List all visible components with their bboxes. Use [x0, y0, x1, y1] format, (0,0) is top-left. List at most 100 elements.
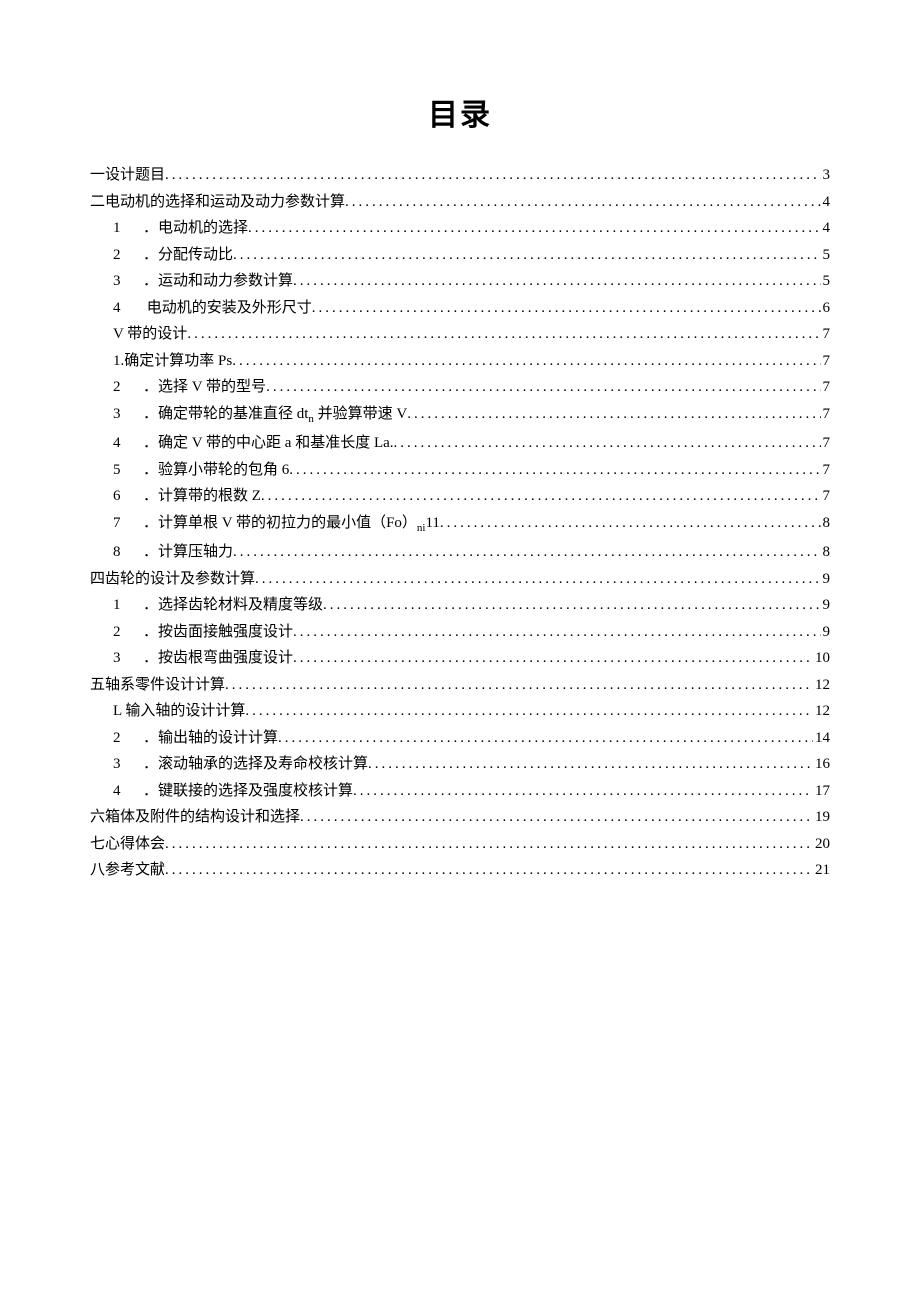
dot-leader	[233, 248, 820, 263]
toc-entry-page: 7	[821, 380, 831, 395]
toc-entry-label: 二电动机的选择和运动及动力参数计算	[90, 195, 345, 210]
toc-entry-label: 4 电动机的安装及外形尺寸	[113, 301, 312, 316]
toc-entry-text: ．输出轴的设计计算	[143, 730, 278, 746]
toc-entry: 1．选择齿轮材料及精度等级 9	[90, 598, 830, 613]
page: 目录 一设计题目 3二电动机的选择和运动及动力参数计算 41．电动机的选择42．…	[0, 0, 920, 1301]
toc-entry: 3．运动和动力参数计算 5	[90, 274, 830, 289]
toc-entry-number: 4	[113, 301, 125, 316]
toc-entry-number: 5	[113, 463, 125, 478]
toc-entry-number: 3	[113, 651, 125, 666]
table-of-contents: 一设计题目 3二电动机的选择和运动及动力参数计算 41．电动机的选择42．分配传…	[90, 168, 830, 878]
dot-leader	[368, 757, 813, 772]
toc-entry-label: 2 ．选择 V 带的型号	[113, 380, 266, 395]
toc-entry-page: 7	[821, 327, 831, 342]
toc-entry-number: 3	[113, 407, 125, 422]
dot-leader	[278, 731, 813, 746]
toc-entry-text: 七心得体会	[90, 836, 165, 852]
toc-entry: 1.确定计算功率 Ps7	[90, 354, 830, 369]
toc-entry: 3．确定带轮的基准直径 dtn 并验算带速 V 7	[90, 407, 830, 425]
toc-entry-number: 3	[113, 274, 125, 289]
toc-entry-text: V 带的设计	[113, 326, 187, 342]
dot-leader	[407, 407, 820, 422]
dot-leader	[353, 784, 813, 799]
toc-entry: 4 电动机的安装及外形尺寸 6	[90, 301, 830, 316]
dot-leader	[323, 598, 820, 613]
toc-entry-label: 七心得体会	[90, 837, 165, 852]
toc-title: 目录	[90, 90, 830, 134]
toc-entry-label: 一设计题目	[90, 168, 165, 183]
toc-entry-label: 1.确定计算功率 Ps	[113, 354, 232, 369]
toc-entry-page: 7	[821, 407, 831, 422]
toc-entry-number: 7	[113, 516, 125, 531]
dot-leader	[165, 837, 813, 852]
toc-entry-text: ．键联接的选择及强度校核计算	[143, 783, 353, 799]
toc-entry-label: L 输入轴的设计计算	[113, 704, 245, 719]
toc-entry: 3．滚动轴承的选择及寿命校核计算16	[90, 757, 830, 772]
dot-leader	[165, 863, 813, 878]
dot-leader	[261, 489, 821, 504]
toc-entry-label: 5 ．验算小带轮的包角 6	[113, 463, 289, 478]
toc-entry-label: 2．分配传动比	[113, 248, 233, 263]
dot-leader	[293, 274, 820, 289]
toc-entry: 7．计算单根 V 带的初拉力的最小值（Fo）ni11 8	[90, 516, 830, 534]
toc-entry-label: 4 ．键联接的选择及强度校核计算	[113, 784, 353, 799]
toc-entry-page: 7	[821, 489, 831, 504]
toc-entry-number: 2	[113, 380, 125, 395]
toc-entry: 二电动机的选择和运动及动力参数计算 4	[90, 195, 830, 210]
toc-entry-text: ．运动和动力参数计算	[143, 273, 293, 289]
toc-entry: 一设计题目 3	[90, 168, 830, 183]
toc-entry: 8．计算压轴力 8	[90, 545, 830, 560]
toc-entry-text: 四齿轮的设计及参数计算	[90, 571, 255, 587]
toc-entry-number: 1	[113, 221, 125, 236]
toc-entry-page: 9	[821, 572, 831, 587]
toc-entry-page: 6	[821, 301, 831, 316]
dot-leader	[187, 327, 820, 342]
toc-entry-number: 4	[113, 784, 125, 799]
toc-entry-text: ．计算压轴力	[143, 544, 233, 560]
dot-leader	[245, 704, 813, 719]
dot-leader	[312, 301, 821, 316]
toc-entry: 七心得体会 20	[90, 837, 830, 852]
toc-entry-label: 7．计算单根 V 带的初拉力的最小值（Fo）ni11	[113, 516, 440, 534]
toc-entry-label: 3．确定带轮的基准直径 dtn 并验算带速 V	[113, 407, 407, 425]
toc-entry: 2 ．选择 V 带的型号 7	[90, 380, 830, 395]
toc-entry-text: ．确定 V 带的中心距 a 和基准长度 La.	[143, 435, 394, 451]
toc-entry-label: 八参考文献	[90, 863, 165, 878]
toc-entry-page: 20	[813, 837, 830, 852]
dot-leader	[225, 678, 813, 693]
toc-entry-number: 3	[113, 757, 125, 772]
dot-leader	[293, 651, 813, 666]
toc-entry-text: 八参考文献	[90, 862, 165, 878]
toc-entry-page: 4	[821, 195, 831, 210]
dot-leader	[345, 195, 820, 210]
toc-entry-text-tail: 并验算带速 V	[314, 406, 407, 422]
toc-entry-page: 8	[821, 516, 831, 531]
dot-leader	[293, 625, 820, 640]
toc-entry-label: 6．计算带的根数 Z	[113, 489, 261, 504]
toc-entry-text: ．按齿面接触强度设计	[143, 624, 293, 640]
toc-entry-text: 六箱体及附件的结构设计和选择	[90, 809, 300, 825]
toc-entry-text: 1.确定计算功率 Ps	[113, 353, 232, 369]
toc-entry: 2．输出轴的设计计算14	[90, 731, 830, 746]
dot-leader	[232, 354, 820, 369]
dot-leader	[289, 463, 820, 478]
toc-entry-page: 7	[821, 436, 831, 451]
toc-entry-text: 二电动机的选择和运动及动力参数计算	[90, 194, 345, 210]
toc-entry-label: 1．选择齿轮材料及精度等级	[113, 598, 323, 613]
dot-leader	[440, 516, 821, 531]
toc-entry-text: 一设计题目	[90, 167, 165, 183]
toc-entry: 4．键联接的选择及强度校核计算17	[90, 784, 830, 799]
toc-entry-text: 五轴系零件设计计算	[90, 677, 225, 693]
toc-entry-page: 10	[813, 651, 830, 666]
toc-entry-label: 四齿轮的设计及参数计算	[90, 572, 255, 587]
toc-entry-text: ．按齿根弯曲强度设计	[143, 650, 293, 666]
dot-leader	[394, 436, 821, 451]
toc-entry-text: ．验算小带轮的包角 6	[143, 462, 289, 478]
toc-entry-page: 7	[821, 463, 831, 478]
toc-entry-label: 五轴系零件设计计算	[90, 678, 225, 693]
toc-entry-number: 2	[113, 625, 125, 640]
toc-entry-page: 8	[821, 545, 831, 560]
toc-entry: 五轴系零件设计计算 12	[90, 678, 830, 693]
toc-entry-text: ．选择 V 带的型号	[143, 379, 266, 395]
toc-entry-number: 2	[113, 248, 125, 263]
